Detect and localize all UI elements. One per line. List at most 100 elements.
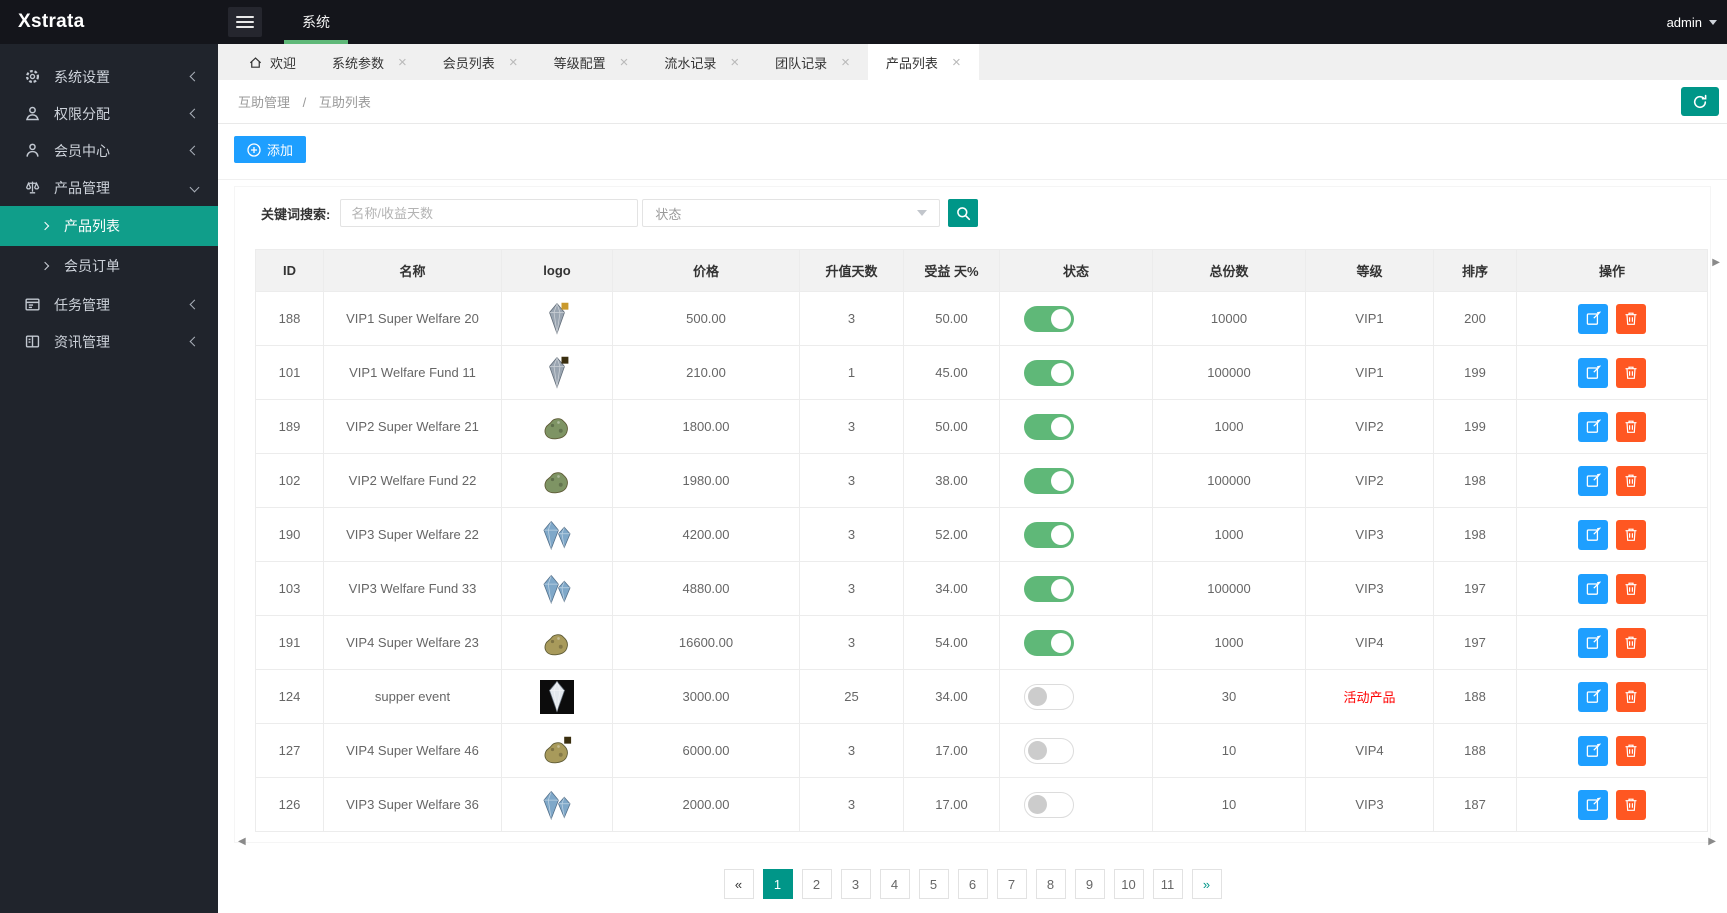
- list-card: 关键词搜索: 状态 ID名称logo价格升值天数受益 天%状态总份数等级排序操: [234, 186, 1711, 843]
- sidebar-item-1[interactable]: 权限分配: [0, 95, 218, 132]
- edit-button[interactable]: [1578, 735, 1608, 766]
- delete-button[interactable]: [1616, 303, 1646, 334]
- delete-button[interactable]: [1616, 357, 1646, 388]
- page-button-8[interactable]: 8: [1035, 869, 1066, 899]
- cell-actions: [1516, 507, 1708, 562]
- page-button-2[interactable]: 2: [801, 869, 832, 899]
- add-button-label: 添加: [267, 143, 294, 158]
- edit-button[interactable]: [1578, 573, 1608, 604]
- trash-icon: [1624, 365, 1638, 380]
- scroll-left-icon[interactable]: ◀: [238, 836, 246, 847]
- delete-button[interactable]: [1616, 519, 1646, 550]
- status-toggle[interactable]: [1024, 629, 1074, 656]
- edit-button[interactable]: [1578, 411, 1608, 442]
- close-icon[interactable]: ×: [509, 55, 518, 70]
- sidebar-item-5[interactable]: 资讯管理: [0, 323, 218, 360]
- tab-6[interactable]: 产品列表 ×: [867, 44, 979, 80]
- page-button-9[interactable]: 9: [1074, 869, 1105, 899]
- sidebar-subitem-3-1[interactable]: 会员订单: [0, 246, 218, 286]
- edit-icon: [1586, 311, 1601, 326]
- edit-button[interactable]: [1578, 519, 1608, 550]
- edit-button[interactable]: [1578, 681, 1608, 712]
- sidebar-item-3[interactable]: 产品管理: [0, 169, 218, 206]
- page-button-5[interactable]: 5: [918, 869, 949, 899]
- tab-2[interactable]: 会员列表 ×: [425, 44, 536, 80]
- toggle-knob: [1051, 632, 1071, 653]
- close-icon[interactable]: ×: [620, 55, 629, 70]
- tab-0[interactable]: 欢迎: [230, 44, 314, 80]
- topbar: Xstrata 系统 admin: [0, 0, 1727, 44]
- tab-3[interactable]: 等级配置 ×: [536, 44, 647, 80]
- close-icon[interactable]: ×: [952, 55, 961, 70]
- page-next-button[interactable]: »: [1191, 869, 1222, 899]
- edit-icon: [1586, 365, 1601, 380]
- page-button-1[interactable]: 1: [762, 869, 793, 899]
- status-toggle[interactable]: [1024, 413, 1074, 440]
- delete-button[interactable]: [1616, 573, 1646, 604]
- status-toggle[interactable]: [1024, 521, 1074, 548]
- sidebar-item-label: 系统设置: [54, 68, 110, 85]
- page-button-11[interactable]: 11: [1152, 869, 1183, 899]
- page-button-7[interactable]: 7: [996, 869, 1027, 899]
- delete-button[interactable]: [1616, 627, 1646, 658]
- edit-button[interactable]: [1578, 627, 1608, 658]
- toggle-knob: [1051, 470, 1071, 491]
- status-toggle[interactable]: [1024, 791, 1074, 818]
- status-toggle[interactable]: [1024, 683, 1074, 710]
- edit-button[interactable]: [1578, 465, 1608, 496]
- product-logo-image: [542, 628, 572, 658]
- sidebar-item-0[interactable]: 系统设置: [0, 58, 218, 95]
- delete-button[interactable]: [1616, 681, 1646, 712]
- breadcrumb-item[interactable]: 互助管理: [238, 95, 290, 110]
- close-icon[interactable]: ×: [841, 55, 850, 70]
- sidebar-subitem-3-0[interactable]: 产品列表: [0, 206, 218, 246]
- table-row: 103 VIP3 Welfare Fund 33 4880.00 3 34.00 1000…: [255, 561, 1708, 616]
- refresh-button[interactable]: [1681, 87, 1719, 116]
- status-toggle[interactable]: [1024, 737, 1074, 764]
- page-button-10[interactable]: 10: [1113, 869, 1144, 899]
- close-icon[interactable]: ×: [730, 55, 739, 70]
- trash-icon: [1624, 689, 1638, 704]
- sidebar-toggle-button[interactable]: [228, 7, 262, 37]
- add-button[interactable]: 添加: [234, 136, 307, 163]
- sidebar-item-label: 权限分配: [54, 105, 110, 122]
- tab-4[interactable]: 流水记录 ×: [646, 44, 757, 80]
- close-icon[interactable]: ×: [398, 55, 407, 70]
- scroll-right-icon[interactable]: ▶: [1712, 257, 1720, 268]
- tab-5[interactable]: 团队记录 ×: [757, 44, 868, 80]
- tab-1[interactable]: 系统参数 ×: [314, 44, 425, 80]
- edit-button[interactable]: [1578, 357, 1608, 388]
- sidebar-item-4[interactable]: 任务管理: [0, 286, 218, 323]
- topmenu-item-system[interactable]: 系统: [276, 0, 356, 44]
- delete-button[interactable]: [1616, 411, 1646, 442]
- table-row: 101 VIP1 Welfare Fund 11 210.00 1 45.00 10000…: [255, 345, 1708, 400]
- keyword-input[interactable]: [340, 199, 639, 227]
- sidebar-item-2[interactable]: 会员中心: [0, 132, 218, 169]
- status-toggle[interactable]: [1024, 575, 1074, 602]
- sidebar-item-label: 产品管理: [54, 179, 110, 196]
- edit-button[interactable]: [1578, 303, 1608, 334]
- status-toggle[interactable]: [1024, 467, 1074, 494]
- status-toggle[interactable]: [1024, 359, 1074, 386]
- page-button-4[interactable]: 4: [879, 869, 910, 899]
- cell-status: [999, 669, 1153, 724]
- delete-button[interactable]: [1616, 789, 1646, 820]
- search-button[interactable]: [948, 199, 979, 227]
- status-toggle[interactable]: [1024, 305, 1074, 332]
- cell-actions: [1516, 615, 1708, 670]
- status-select[interactable]: 状态: [642, 199, 941, 227]
- delete-button[interactable]: [1616, 735, 1646, 766]
- toggle-knob: [1051, 578, 1071, 599]
- cell-total: 100000: [1152, 345, 1306, 400]
- cell-rise-days: 3: [799, 453, 904, 508]
- page-prev-button[interactable]: «: [723, 869, 754, 899]
- page-button-3[interactable]: 3: [840, 869, 871, 899]
- edit-button[interactable]: [1578, 789, 1608, 820]
- cell-profit-day: 45.00: [903, 345, 1000, 400]
- user-menu[interactable]: admin: [1667, 15, 1717, 30]
- delete-button[interactable]: [1616, 465, 1646, 496]
- scroll-right-icon[interactable]: ▶: [1708, 836, 1716, 847]
- cell-rise-days: 3: [799, 561, 904, 616]
- page-button-6[interactable]: 6: [957, 869, 988, 899]
- cell-level: VIP3: [1305, 561, 1434, 616]
